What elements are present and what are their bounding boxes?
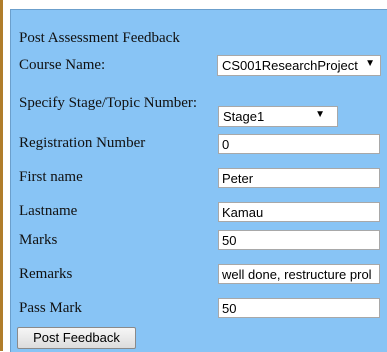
left-border-strip [0,0,3,351]
course-name-value: CS001ResearchProject [222,58,358,73]
last-name-label: Lastname [19,203,78,219]
registration-label: Registration Number [19,135,146,151]
form-title: Post Assessment Feedback [19,30,180,46]
marks-input[interactable]: 50 [218,230,380,250]
chevron-down-icon: ▼ [315,109,325,120]
stage-value: Stage1 [223,109,265,124]
registration-input[interactable]: 0 [218,134,380,154]
course-name-select[interactable]: CS001ResearchProject ▼ [217,55,381,76]
marks-label: Marks [19,232,58,248]
last-name-input[interactable]: Kamau [218,202,380,222]
stage-select[interactable]: Stage1 ▼ [218,106,338,127]
first-name-input[interactable]: Peter [218,168,380,188]
course-name-label: Course Name: [19,57,106,73]
pass-mark-label: Pass Mark [19,300,82,316]
remarks-input[interactable]: well done, restructure prol [218,264,380,284]
chevron-down-icon: ▼ [365,58,375,69]
remarks-label: Remarks [19,266,73,282]
stage-label: Specify Stage/Topic Number: [19,95,198,111]
pass-mark-input[interactable]: 50 [218,298,380,318]
first-name-label: First name [19,169,83,185]
post-feedback-button[interactable]: Post Feedback [17,327,136,349]
